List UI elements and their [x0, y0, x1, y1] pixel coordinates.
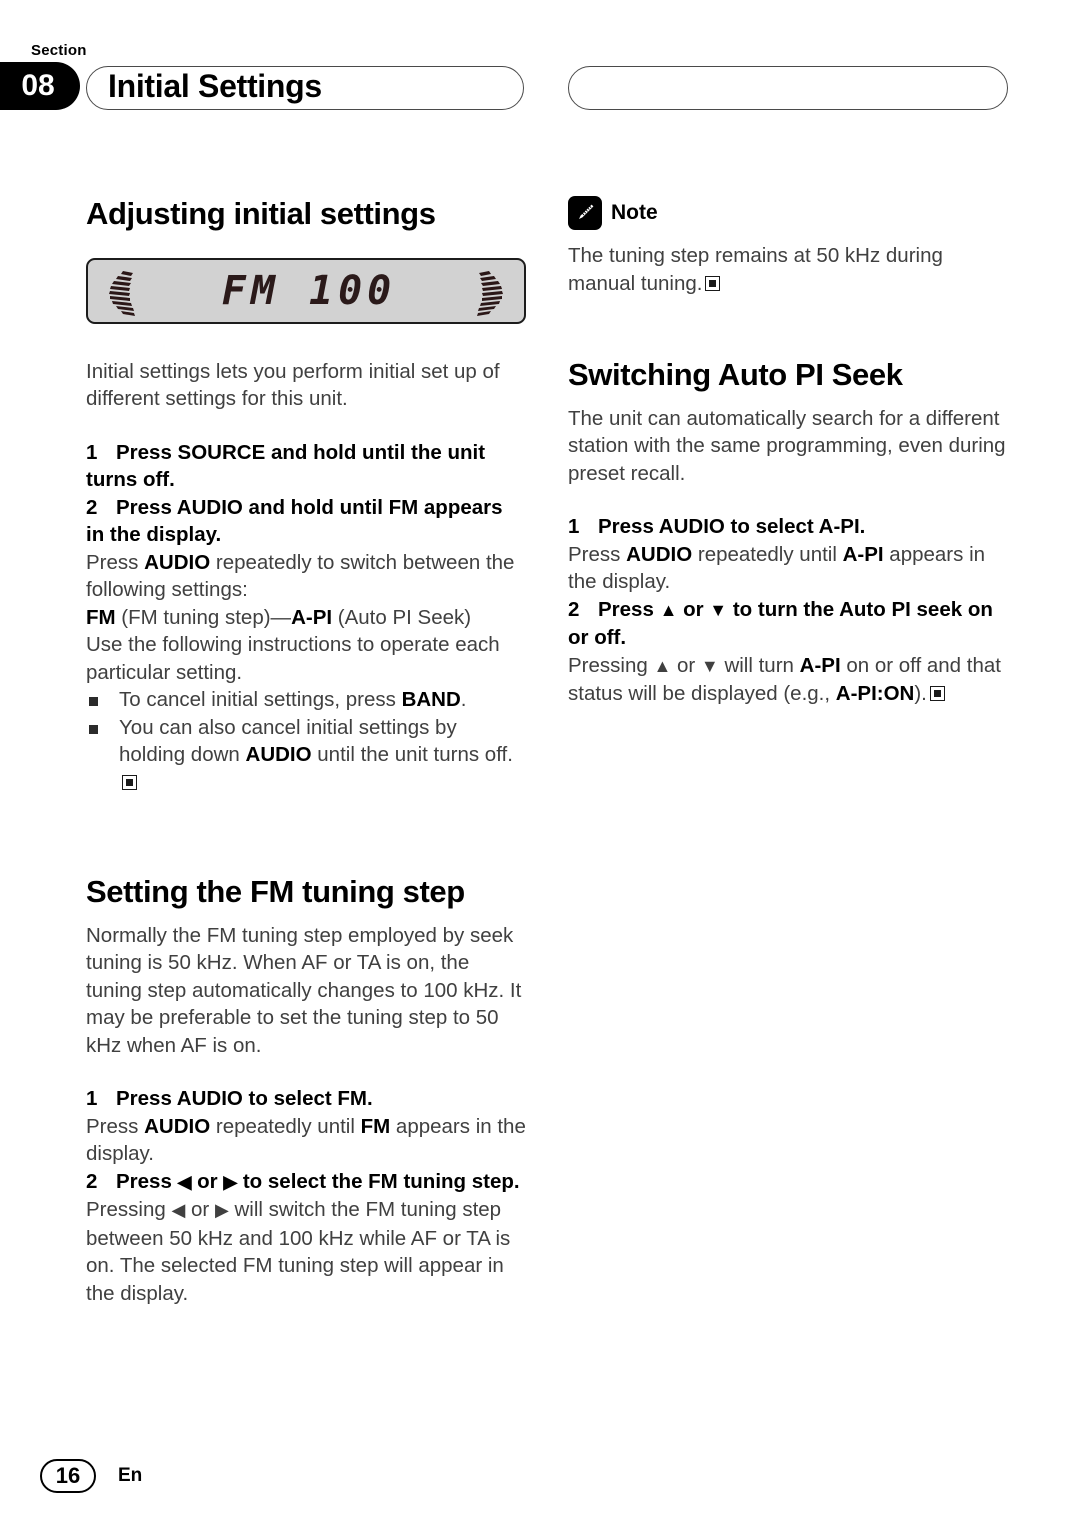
end-of-section-mark [122, 774, 137, 790]
pencil-icon [568, 196, 602, 230]
api-p2-lead: Pressing [568, 653, 654, 677]
bullet-cancel-audio: You can also cancel initial settings by … [86, 714, 526, 797]
keyword-audio-hold: AUDIO [245, 743, 312, 767]
sound-arc-right-icon [476, 269, 510, 322]
fm-paragraph-1: Press AUDIO repeatedly until FM appears … [86, 1113, 526, 1168]
note-header: Note [568, 196, 1008, 230]
right-arrow-icon-2: ▶ [214, 1200, 229, 1221]
api-step-2-lead: Press [598, 597, 660, 621]
keyword-audio-api: AUDIO [626, 542, 693, 566]
fm-step-1-number: 1 [86, 1087, 98, 1111]
cancel-bullet-list: To cancel initial settings, press BAND. … [86, 686, 526, 796]
keyword-band: BAND [401, 688, 461, 712]
keyword-audio-fm: AUDIO [144, 1114, 211, 1138]
para-b-tail: (Auto PI Seek) [332, 605, 472, 629]
api-end-mark [929, 686, 945, 702]
fm-step-2-or: or [191, 1169, 224, 1193]
up-arrow-icon: ▲ [659, 599, 678, 620]
api-paragraph-1: Press AUDIO repeatedly until A-PI appear… [568, 541, 1008, 596]
bullet-1-tail: . [460, 688, 467, 712]
api-step-2-or: or [677, 597, 710, 621]
keyword-api-display: A-PI [842, 542, 884, 566]
note-paragraph: The tuning step remains at 50 kHz during… [568, 242, 1008, 297]
section-kicker: Section [31, 42, 87, 59]
fm-step-1: 1 Press AUDIO to select FM. [86, 1085, 526, 1113]
api-p1-mid: repeatedly until [692, 542, 843, 566]
step-2-audio: 2 Press AUDIO and hold until FM appears i… [86, 494, 526, 549]
lcd-display-figure: FM 100 [86, 257, 526, 324]
page-header: Section 08 Initial Settings [0, 0, 1080, 130]
down-arrow-icon: ▼ [709, 599, 728, 620]
paragraph-use-instructions: Use the following instructions to operat… [86, 633, 500, 684]
api-p1-lead: Press [568, 542, 627, 566]
language-code: En [118, 1465, 143, 1486]
keyword-api-on: A-PI:ON [835, 682, 915, 706]
fm-p1-mid: repeatedly until [210, 1114, 361, 1138]
heading-adjusting-initial-settings: Adjusting initial settings [86, 196, 436, 231]
note-end-mark [705, 275, 721, 291]
fm-step-1-text: Press AUDIO to select FM. [116, 1087, 373, 1111]
keyword-api-toggle: A-PI [799, 653, 841, 677]
note-text: The tuning step remains at 50 kHz during… [568, 244, 943, 295]
keyword-fm: FM [86, 605, 116, 629]
api-step-1: 1 Press AUDIO to select A-PI. [568, 513, 1008, 541]
keyword-fm-display: FM [360, 1114, 391, 1138]
page-footer: 16 En [40, 1459, 142, 1493]
api-p2-tail: ). [914, 682, 927, 706]
bullet-cancel-band: To cancel initial settings, press BAND. [86, 686, 526, 714]
step-2-number: 2 [86, 495, 98, 519]
step-1-number: 1 [86, 440, 98, 464]
para-a-lead: Press [86, 550, 145, 574]
fm-step-2-tail: to select the FM tuning step. [237, 1169, 520, 1193]
page-number: 16 [40, 1459, 96, 1493]
api-intro-paragraph: The unit can automatically search for a … [568, 406, 1006, 485]
right-arrow-icon: ▶ [223, 1171, 238, 1192]
note-label: Note [611, 201, 658, 224]
fm-p2-or: or [185, 1198, 215, 1222]
fm-step-2: 2 Press ◀ or ▶ to select the FM tuning st… [86, 1168, 526, 1197]
heading-switching-auto-pi-seek: Switching Auto PI Seek [568, 357, 903, 392]
step-2-text: Press AUDIO and hold until FM appears in… [86, 495, 503, 547]
paragraph-settings-list: FM (FM tuning step)—A-PI (Auto PI Seek) [86, 604, 526, 632]
api-step-1-number: 1 [568, 515, 580, 539]
step-1-text: Press SOURCE and hold until the unit tur… [86, 440, 486, 492]
para-b-mid: (FM tuning step)— [115, 605, 292, 629]
left-column: Adjusting initial settings FM 100 Initia… [86, 196, 526, 1307]
page-title: Initial Settings [108, 68, 322, 104]
keyword-api: A-PI [291, 605, 333, 629]
down-arrow-icon-2: ▼ [700, 655, 719, 676]
api-step-1-text: Press AUDIO to select A-PI. [598, 515, 866, 539]
header-pill-right [568, 66, 1008, 110]
intro-paragraph: Initial settings lets you perform initia… [86, 359, 500, 411]
up-arrow-icon-2: ▲ [653, 655, 672, 676]
bullet-1-lead: To cancel initial settings, press [119, 688, 402, 712]
bullet-2-tail: until the unit turns off. [311, 743, 513, 767]
fm-p2-lead: Pressing [86, 1198, 172, 1222]
step-1-source: 1 Press SOURCE and hold until the unit tu… [86, 439, 526, 494]
section-number-badge: 08 [0, 62, 80, 110]
fm-step-2-number: 2 [86, 1169, 98, 1193]
fm-p1-lead: Press [86, 1114, 145, 1138]
fm-step-2-lead: Press [116, 1169, 178, 1193]
api-p2-or: or [671, 653, 701, 677]
api-step-2-number: 2 [568, 597, 580, 621]
api-p2-mid1: will turn [718, 653, 800, 677]
paragraph-audio-repeatedly: Press AUDIO repeatedly to switch between… [86, 549, 526, 604]
keyword-audio: AUDIO [144, 550, 211, 574]
api-step-2: 2 Press ▲ or ▼ to turn the Auto PI seek o… [568, 596, 1008, 652]
fm-paragraph-2: Pressing ◀ or ▶ will switch the FM tunin… [86, 1196, 526, 1307]
left-arrow-icon-2: ◀ [171, 1200, 186, 1221]
lcd-display-text: FM 100 [221, 267, 397, 314]
heading-setting-fm-tuning-step: Setting the FM tuning step [86, 874, 465, 910]
fm-intro-paragraph: Normally the FM tuning step employed by … [86, 923, 522, 1057]
right-column: Note The tuning step remains at 50 kHz d… [568, 196, 1008, 708]
api-paragraph-2: Pressing ▲ or ▼ will turn A-PI on or off… [568, 652, 1008, 708]
left-arrow-icon: ◀ [177, 1171, 192, 1192]
